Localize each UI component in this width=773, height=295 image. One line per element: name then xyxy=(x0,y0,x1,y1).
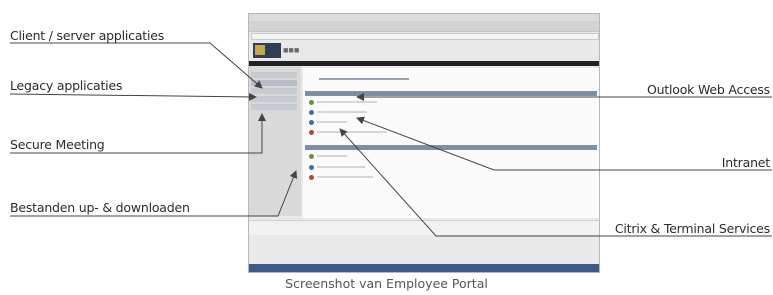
bookmark-icon xyxy=(309,110,314,115)
figure-caption: Screenshot van Employee Portal xyxy=(285,276,488,291)
windows-taskbar xyxy=(249,264,599,272)
bookmark-icon xyxy=(309,154,314,159)
sidebar-item xyxy=(251,96,297,102)
bookmark-line xyxy=(317,176,373,178)
bookmark-line xyxy=(317,101,377,103)
leader-legacy xyxy=(9,92,257,101)
callout-legacy: Legacy applicaties xyxy=(10,78,123,93)
callout-files: Bestanden up- & downloaden xyxy=(10,200,190,215)
logo-mark-icon xyxy=(255,45,265,55)
bookmark-line xyxy=(317,111,367,113)
bookmark-icon xyxy=(309,165,314,170)
callout-intranet: Intranet xyxy=(721,155,770,170)
section-header xyxy=(305,91,597,96)
portal-footer xyxy=(249,220,599,235)
portal-sidebar xyxy=(249,66,301,216)
sidebar-item xyxy=(251,72,297,78)
panel-title-line xyxy=(319,78,409,80)
callout-citrix: Citrix & Terminal Services xyxy=(614,221,770,236)
browser-toolbar xyxy=(249,21,599,32)
bookmark-icon xyxy=(309,130,314,135)
sidebar-item xyxy=(251,80,297,86)
bookmark-icon xyxy=(309,120,314,125)
bookmark-line xyxy=(317,131,387,133)
bookmark-line xyxy=(317,166,365,168)
bookmark-icon xyxy=(309,100,314,105)
callout-secure-meeting: Secure Meeting xyxy=(10,137,105,152)
callout-outlook: Outlook Web Access xyxy=(646,82,770,97)
sidebar-item xyxy=(251,88,297,94)
bookmark-icon xyxy=(309,175,314,180)
bookmark-line xyxy=(317,121,347,123)
section-header xyxy=(305,145,597,150)
portal-brand-mark: ■■■ xyxy=(283,45,300,55)
sidebar-item xyxy=(251,104,297,110)
browser-titlebar xyxy=(249,14,599,21)
callout-client-server: Client / server applicaties xyxy=(10,28,165,43)
portal-screenshot: ■■■ xyxy=(248,13,600,273)
portal-top-strip xyxy=(249,61,599,66)
bookmark-line xyxy=(317,155,347,157)
browser-address-bar xyxy=(251,33,599,40)
